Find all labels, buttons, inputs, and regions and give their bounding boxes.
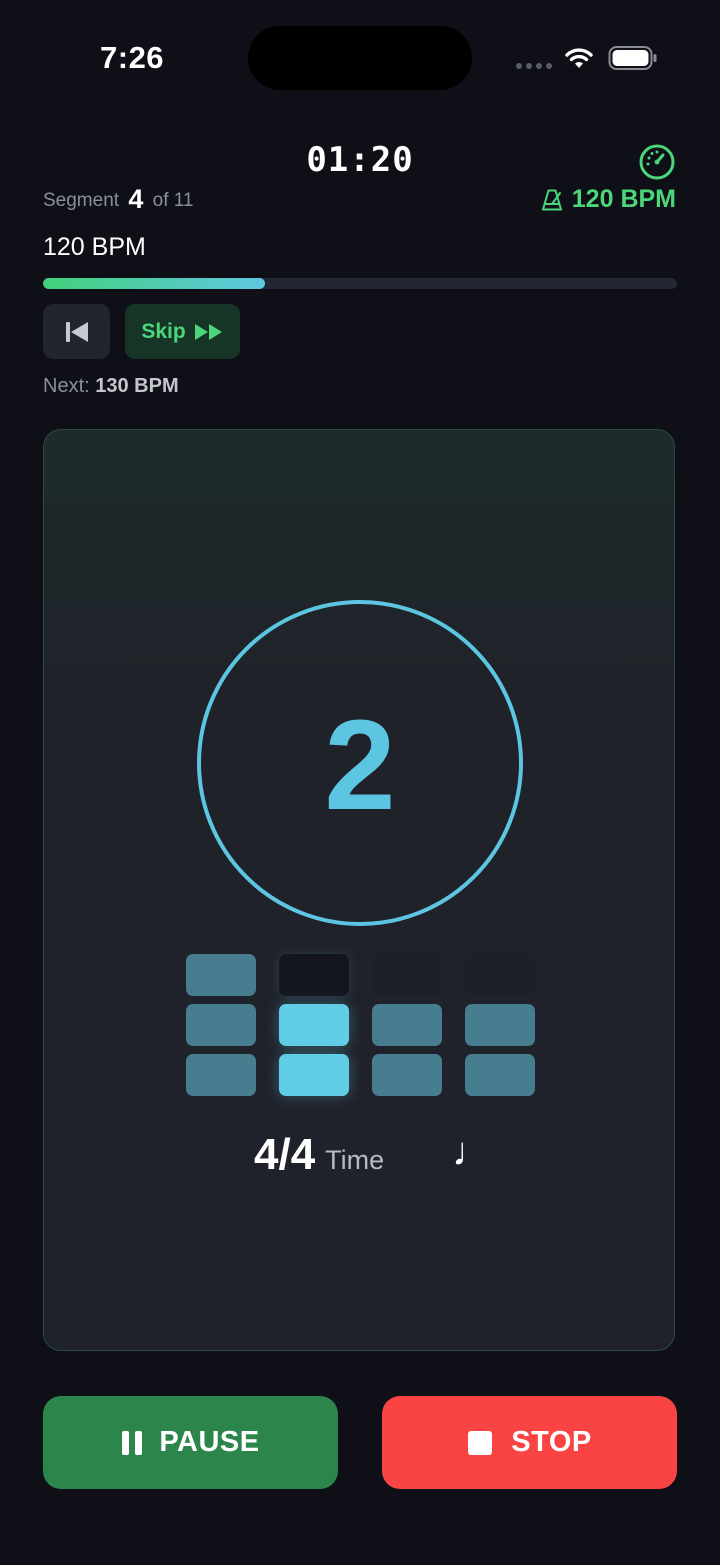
beat-cell[interactable] xyxy=(186,954,256,996)
skip-back-icon xyxy=(65,321,88,342)
beat-cell[interactable] xyxy=(465,954,535,996)
beat-cell[interactable] xyxy=(465,1054,535,1096)
time-signature-label: Time xyxy=(325,1145,385,1175)
stop-icon xyxy=(468,1430,493,1455)
next-segment-info: Next: 130 BPM xyxy=(43,375,179,398)
beat-cell[interactable] xyxy=(465,1004,535,1046)
beat-cell[interactable] xyxy=(372,954,442,996)
beat-cell[interactable] xyxy=(279,1004,349,1046)
beat-cell[interactable] xyxy=(279,1054,349,1096)
pause-label: PAUSE xyxy=(159,1426,260,1458)
segment-total: of 11 xyxy=(152,190,194,211)
battery-icon xyxy=(608,46,657,70)
stop-label: STOP xyxy=(511,1426,592,1458)
next-label: Next: xyxy=(43,375,90,397)
skip-label: Skip xyxy=(141,319,186,343)
wifi-icon xyxy=(565,48,593,68)
beat-pattern[interactable] xyxy=(186,954,536,1099)
segment-current: 4 xyxy=(128,184,144,214)
speedometer-icon[interactable] xyxy=(638,143,676,181)
time-signature-value: 4/4 xyxy=(254,1130,316,1179)
beat-ring[interactable]: 2 xyxy=(197,600,523,926)
beat-cell[interactable] xyxy=(186,1054,256,1096)
segment-label: Segment xyxy=(43,190,120,211)
beat-cell[interactable] xyxy=(372,1054,442,1096)
status-time: 7:26 xyxy=(100,40,165,75)
stop-button[interactable]: STOP xyxy=(382,1396,677,1489)
dynamic-island xyxy=(248,26,472,90)
elapsed-time: 01:20 xyxy=(306,140,414,180)
next-bpm: 130 BPM xyxy=(95,375,179,397)
metronome-icon xyxy=(541,189,562,210)
beat-cell[interactable] xyxy=(186,1004,256,1046)
pause-button[interactable]: PAUSE xyxy=(43,1396,338,1489)
quarter-note-icon[interactable]: ♩ xyxy=(452,1130,492,1175)
segment-indicator: Segment 4 of 11 xyxy=(43,184,194,215)
fast-forward-icon xyxy=(194,323,222,340)
current-beat-number: 2 xyxy=(324,694,396,837)
beat-card: 2 4/4 Time ♩ xyxy=(43,429,675,1351)
pause-icon xyxy=(122,1430,143,1455)
beat-cell[interactable] xyxy=(372,1004,442,1046)
time-signature[interactable]: 4/4 Time xyxy=(254,1130,384,1180)
previous-segment-button[interactable] xyxy=(43,304,110,359)
segment-progress-fill xyxy=(43,278,265,289)
current-bpm-badge: 120 BPM xyxy=(540,185,676,214)
beat-cell[interactable] xyxy=(279,954,349,996)
current-bpm-value: 120 BPM xyxy=(571,185,676,213)
segment-progress-bar xyxy=(43,278,677,289)
segment-bpm: 120 BPM xyxy=(43,233,146,261)
skip-segment-button[interactable]: Skip xyxy=(125,304,240,359)
cellular-icon xyxy=(516,63,552,69)
metronome-screen: 7:26 01:20 Segment 4 of 11 120 BPM 120 B… xyxy=(0,0,720,1565)
